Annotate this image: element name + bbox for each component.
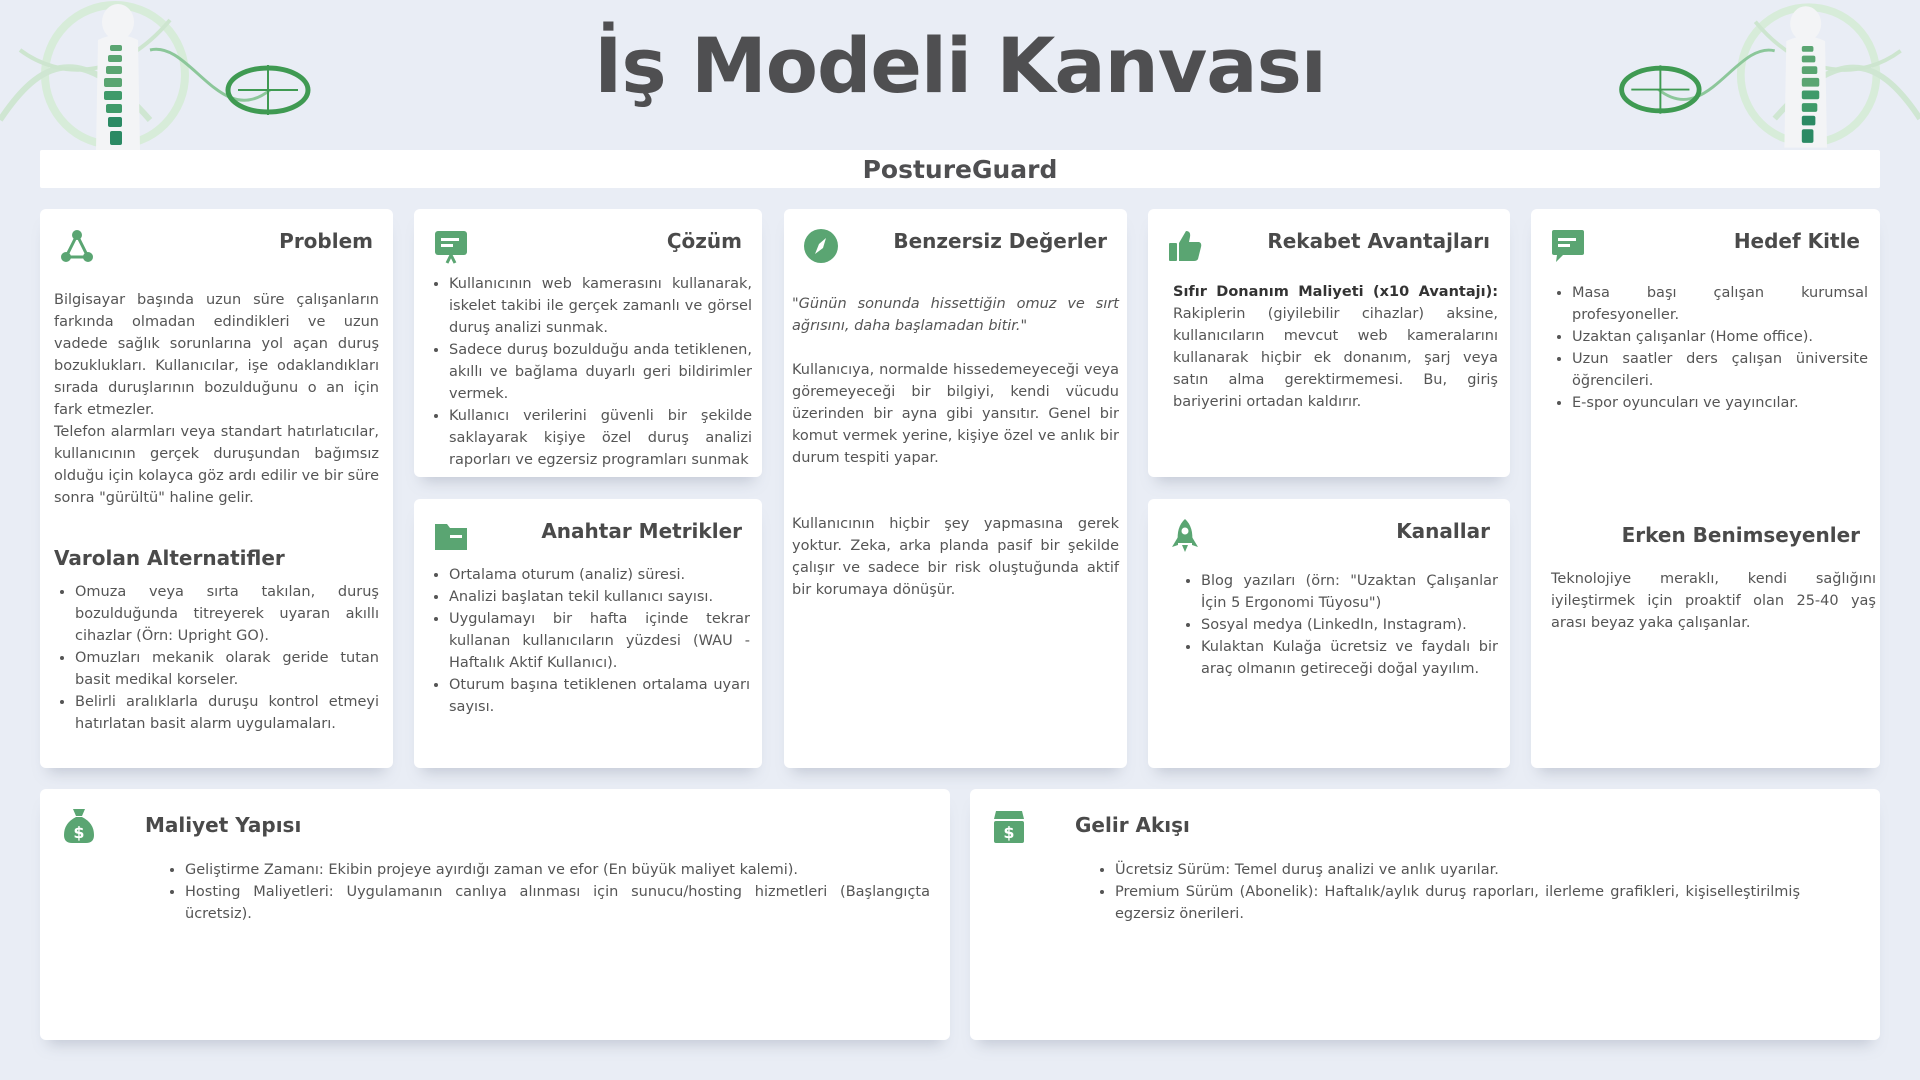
cost-card: $ Maliyet Yapısı Geliştirme Zamanı: Ekib… [40,789,950,1040]
value-text: Kullanıcıya, normalde hissedemeyeceği ve… [792,362,1119,466]
list-item: Analizi başlatan tekil kullanıcı sayısı. [449,586,750,608]
list-item: Uzun saatler ders çalışan üniversite öğr… [1572,348,1868,392]
list-item: Kulaktan Kulağa ücretsiz ve faydalı bir … [1201,636,1498,680]
cost-title: Maliyet Yapısı [145,813,302,837]
solution-title: Çözüm [666,229,742,253]
product-name: PostureGuard [40,150,1880,188]
svg-text:$: $ [73,823,84,842]
chat-bubble-icon [1552,230,1584,262]
early-adopters-title: Erken Benimseyenler [1621,523,1860,547]
list-item: Kullanıcının web kamerasını kullanarak, … [449,273,752,339]
thumbs-up-icon [1169,231,1202,261]
alternatives-title: Varolan Alternatifler [54,546,285,570]
metrics-title: Anahtar Metrikler [541,519,742,543]
list-item: Kullanıcı verilerini güvenli bir şekilde… [449,405,752,471]
audience-card: Hedef Kitle Masa başı çalışan kurumsal p… [1531,209,1880,768]
revenue-title: Gelir Akışı [1075,813,1190,837]
value-quote: "Günün sonunda hissettiğin omuz ve sırt … [792,296,1119,334]
list-item: Omuzları mekanik olarak geride tutan bas… [75,647,379,691]
early-adopters-text: Teknolojiye meraklı, kendi sağlığını iyi… [1551,571,1876,631]
list-item: Uygulamayı bir hafta içinde tekrar kulla… [449,608,750,674]
folder-icon [435,524,467,550]
channels-card: Kanallar Blog yazıları (örn: "Uzaktan Ça… [1148,499,1510,768]
metrics-card: Anahtar Metrikler Ortalama oturum (anali… [414,499,762,768]
advantage-title: Rekabet Avantajları [1267,229,1490,253]
problem-text: Telefon alarmları veya standart hatırlat… [54,424,379,506]
list-item: Sosyal medya (LinkedIn, Instagram). [1201,614,1498,636]
revenue-card: $ Gelir Akışı Ücretsiz Sürüm: Temel duru… [970,789,1880,1040]
advantage-card: Rekabet Avantajları Sıfır Donanım Maliye… [1148,209,1510,477]
money-bag-icon: $ [64,809,94,843]
presentation-board-icon [435,231,467,264]
list-item: E-spor oyuncuları ve yayıncılar. [1572,392,1868,414]
advantage-text: Rakiplerin (giyilebilir cihazlar) aksine… [1173,306,1498,410]
cash-register-icon: $ [994,811,1024,843]
advantage-lead: Sıfır Donanım Maliyeti (x10 Avantajı): [1173,284,1498,300]
list-item: Geliştirme Zamanı: Ekibin projeye ayırdı… [185,859,930,881]
value-text: Kullanıcının hiçbir şey yapmasına gerek … [792,516,1119,598]
list-item: Belirli aralıklarla duruşu kontrol etmey… [75,691,379,735]
solution-card: Çözüm Kullanıcının web kamerasını kullan… [414,209,762,477]
compass-icon [804,229,838,263]
list-item: Omuza veya sırta takılan, duruş bozulduğ… [75,581,379,647]
list-item: Ücretsiz Sürüm: Temel duruş analizi ve a… [1115,859,1800,881]
list-item: Uzaktan çalışanlar (Home office). [1572,326,1868,348]
problem-text: Bilgisayar başında uzun süre çalışanları… [54,292,379,418]
list-item: Oturum başına tetiklenen ortalama uyarı … [449,674,750,718]
rocket-icon [1172,519,1198,552]
list-item: Sadece duruş bozulduğu anda tetiklenen, … [449,339,752,405]
list-item: Masa başı çalışan kurumsal profesyonelle… [1572,282,1868,326]
page-title: İş Modeli Kanvası [594,21,1327,110]
network-nodes-icon [61,230,93,262]
list-item: Premium Sürüm (Abonelik): Haftalık/aylık… [1115,881,1800,925]
value-title: Benzersiz Değerler [893,229,1107,253]
audience-title: Hedef Kitle [1733,229,1860,253]
list-item: Blog yazıları (örn: "Uzaktan Çalışanlar … [1201,570,1498,614]
problem-card: Problem Bilgisayar başında uzun süre çal… [40,209,393,768]
problem-title: Problem [279,229,373,253]
list-item: Ortalama oturum (analiz) süresi. [449,564,750,586]
value-card: Benzersiz Değerler "Günün sonunda hisset… [784,209,1127,768]
channels-title: Kanallar [1396,519,1490,543]
list-item: Hosting Maliyetleri: Uygulamanın canlıya… [185,881,930,925]
svg-text:$: $ [1003,823,1014,842]
